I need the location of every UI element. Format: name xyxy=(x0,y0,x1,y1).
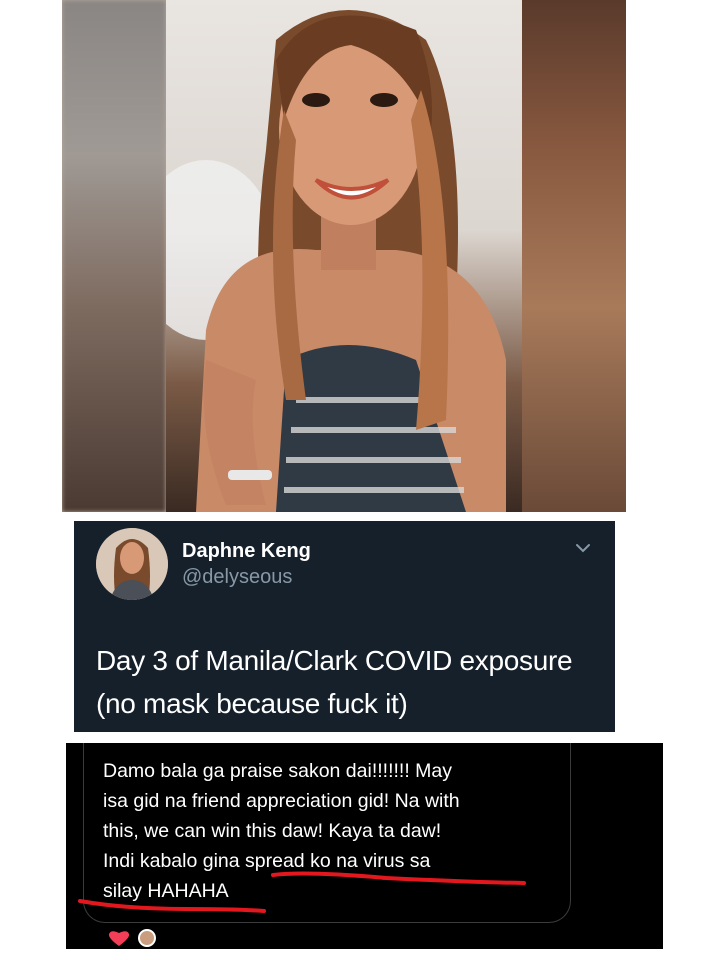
portrait-illustration xyxy=(166,10,506,512)
heart-icon[interactable] xyxy=(106,929,132,947)
photo-blurred-left xyxy=(62,0,166,512)
tweet-card: Daphne Keng @delyseous Day 3 of Manila/C… xyxy=(74,521,615,732)
post-photo xyxy=(62,0,626,512)
red-underline-annotation xyxy=(78,871,526,913)
avatar[interactable] xyxy=(96,528,168,600)
comment-card: Damo bala ga praise sakon dai!!!!!!! May… xyxy=(66,743,663,949)
tweet-text: Day 3 of Manila/Clark COVID exposure (no… xyxy=(96,645,573,719)
user-handle[interactable]: @delyseous xyxy=(182,566,292,589)
display-name[interactable]: Daphne Keng xyxy=(182,540,311,563)
photo-blurred-right xyxy=(522,0,626,512)
avatar xyxy=(138,929,156,947)
chevron-down-icon[interactable] xyxy=(575,542,591,554)
